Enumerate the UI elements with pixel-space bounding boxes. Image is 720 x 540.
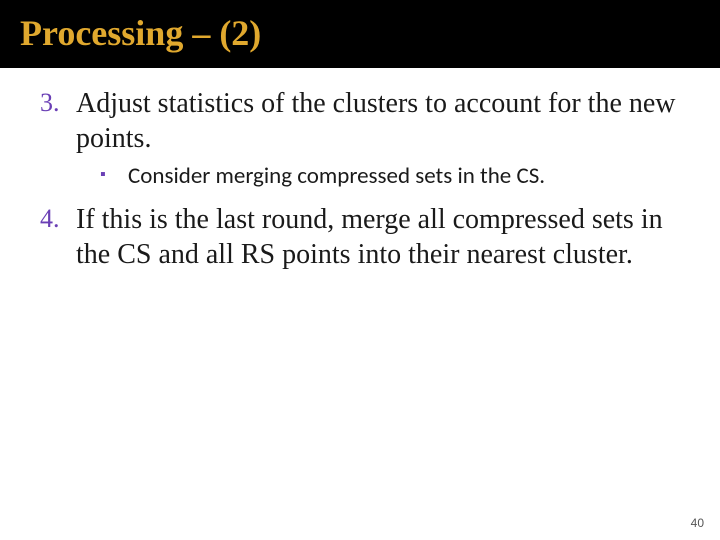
slide-content: 3. Adjust statistics of the clusters to … [0,68,720,272]
list-text: Adjust statistics of the clusters to acc… [76,86,680,156]
sub-list-text: Consider merging compressed sets in the … [128,162,545,192]
list-item-3: 3. Adjust statistics of the clusters to … [40,86,680,156]
list-number: 3. [40,86,76,118]
sub-list-item: ▪ Consider merging compressed sets in th… [100,162,680,192]
title-bar: Processing – (2) [0,0,720,68]
list-number: 4. [40,202,76,234]
list-text: If this is the last round, merge all com… [76,202,680,272]
page-number: 40 [691,516,704,530]
list-item-4: 4. If this is the last round, merge all … [40,202,680,272]
sub-bullet-icon: ▪ [100,162,128,184]
slide-title: Processing – (2) [20,12,700,54]
